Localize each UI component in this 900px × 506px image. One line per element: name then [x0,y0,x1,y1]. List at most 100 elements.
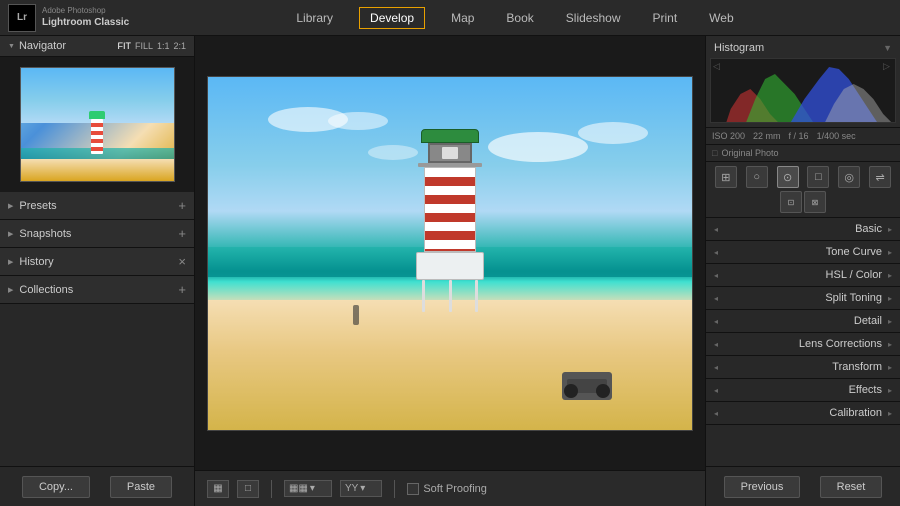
history-label: History [19,256,53,268]
hsl-label: HSL / Color [724,269,882,281]
presets-header[interactable]: ▶ Presets + [0,192,194,219]
lighthouse-body [424,167,476,252]
lighthouse-legs [414,280,486,312]
nav-slideshow[interactable]: Slideshow [560,7,627,29]
histogram-collapse-icon[interactable]: ▼ [883,43,892,53]
collections-add-button[interactable]: + [178,282,186,297]
exif-info: ISO 200 22 mm f / 16 1/400 sec [706,128,900,145]
right-panel-spacer [706,425,900,466]
zoom-fill-button[interactable]: FILL [135,41,153,51]
presets-add-button[interactable]: + [178,198,186,213]
calibration-left-arrow: ◂ [714,409,724,418]
split-toning-right-arrow: ▸ [882,294,892,303]
leg-right [475,280,478,312]
paste-button[interactable]: Paste [110,476,172,498]
effects-left-arrow: ◂ [714,386,724,395]
tool-adjustment[interactable]: ⇌ [869,166,891,188]
adjustment-split-toning[interactable]: ◂ Split Toning ▸ [706,287,900,310]
cloud-3 [488,132,588,162]
soft-proofing-toggle[interactable]: Soft Proofing [407,483,487,495]
view-grid-button[interactable]: ▦ [207,480,229,498]
effects-label: Effects [724,384,882,396]
tool-graduated[interactable]: □ [807,166,829,188]
history-header[interactable]: ▶ History × [0,248,194,275]
flag-arrow-icon: ▾ [360,483,365,494]
flag-dropdown[interactable]: YY ▾ [340,480,382,497]
image-area[interactable] [195,36,705,470]
lens-corrections-label: Lens Corrections [724,338,882,350]
detail-label: Detail [724,315,882,327]
hsl-right-arrow: ▸ [882,271,892,280]
main-image [207,76,693,431]
logo-area: Lr Adobe Photoshop Lightroom Classic [0,4,130,32]
navigator-header[interactable]: ▼ Navigator FIT FILL 1:1 2:1 [0,36,194,57]
collections-header[interactable]: ▶ Collections + [0,276,194,303]
grid-icon: ▦ [213,483,222,494]
lighthouse-base [416,252,484,280]
adjustment-lens-corrections[interactable]: ◂ Lens Corrections ▸ [706,333,900,356]
histogram-svg [711,59,895,123]
tool-curves-right[interactable]: ⊠ [804,191,826,213]
view-mode-dropdown[interactable]: ▦▦ ▾ [284,480,332,497]
tool-radial[interactable]: ◎ [838,166,860,188]
atv-wheel-left [564,384,578,398]
history-close-button[interactable]: × [178,254,186,269]
tool-redeye[interactable]: ⊙ [777,166,799,188]
adjustment-detail[interactable]: ◂ Detail ▸ [706,310,900,333]
atv-wheel-right [596,384,610,398]
adjustment-basic[interactable]: ◂ Basic ▸ [706,218,900,241]
center-content: ▦ □ ▦▦ ▾ YY ▾ Soft Proofing [195,36,705,506]
nav-book[interactable]: Book [500,7,539,29]
view-loupe-button[interactable]: □ [237,480,259,498]
leg-left [422,280,425,312]
transform-label: Transform [724,361,882,373]
calibration-label: Calibration [724,407,882,419]
original-photo-label: Original Photo [721,148,778,158]
adjustment-effects[interactable]: ◂ Effects ▸ [706,379,900,402]
toolbar-separator-2 [394,480,395,498]
reset-button[interactable]: Reset [820,476,883,498]
basic-label: Basic [724,223,882,235]
histogram-section: Histogram ▼ ◁ ▷ [706,36,900,128]
copy-button[interactable]: Copy... [22,476,90,498]
nav-library[interactable]: Library [290,7,339,29]
exif-shutter: 1/400 sec [817,131,856,141]
zoom-fit-button[interactable]: FIT [117,41,131,51]
adjustment-calibration[interactable]: ◂ Calibration ▸ [706,402,900,425]
person-silhouette [353,305,359,325]
tone-adjustment-group: ⊡ ⊠ [780,191,826,213]
snapshots-label: Snapshots [19,228,71,240]
left-panel: ▼ Navigator FIT FILL 1:1 2:1 [0,36,195,506]
exif-aperture: f / 16 [789,131,809,141]
zoom-2-1-button[interactable]: 2:1 [173,41,186,51]
soft-proofing-checkbox[interactable] [407,483,419,495]
histogram-corner-left[interactable]: ◁ [713,61,723,71]
histogram-label: Histogram [714,42,764,54]
adjustment-hsl-color[interactable]: ◂ HSL / Color ▸ [706,264,900,287]
adjustment-tone-curve[interactable]: ◂ Tone Curve ▸ [706,241,900,264]
snapshots-header[interactable]: ▶ Snapshots + [0,220,194,247]
app-name: Adobe Photoshop Lightroom Classic [42,6,129,29]
nav-web[interactable]: Web [703,7,739,29]
snapshots-add-button[interactable]: + [178,226,186,241]
lighthouse-dome [421,129,479,143]
nav-develop[interactable]: Develop [359,7,425,29]
transform-left-arrow: ◂ [714,363,724,372]
histogram-corner-right[interactable]: ▷ [883,61,893,71]
navigator-thumbnail [0,57,194,192]
tool-curves-left[interactable]: ⊡ [780,191,802,213]
histogram-canvas: ◁ ▷ [710,58,896,123]
previous-button[interactable]: Previous [724,476,801,498]
snapshots-section: ▶ Snapshots + [0,220,194,248]
basic-right-arrow: ▸ [882,225,892,234]
nav-map[interactable]: Map [445,7,480,29]
tool-crop[interactable]: ⊞ [715,166,737,188]
split-toning-left-arrow: ◂ [714,294,724,303]
transform-right-arrow: ▸ [882,363,892,372]
tone-curve-label: Tone Curve [724,246,882,258]
tool-spot[interactable]: ○ [746,166,768,188]
view-mode-icon: ▦▦ [289,483,308,494]
zoom-1-1-button[interactable]: 1:1 [157,41,170,51]
nav-print[interactable]: Print [646,7,683,29]
adjustment-transform[interactable]: ◂ Transform ▸ [706,356,900,379]
